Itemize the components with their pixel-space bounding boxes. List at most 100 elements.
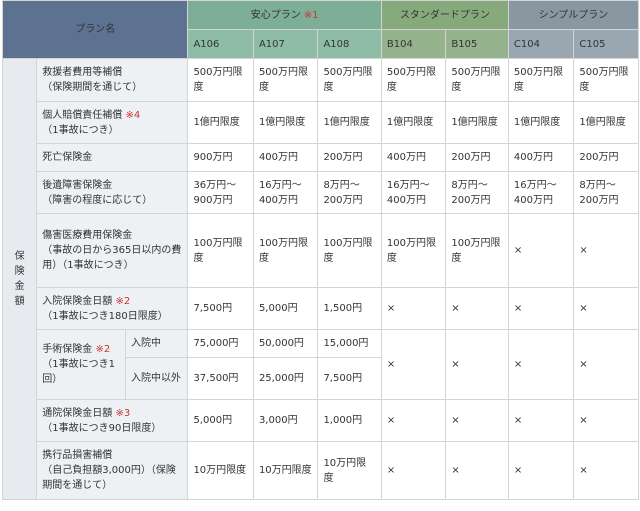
value-cell: × <box>507 441 575 500</box>
value-cell: 37,500円 <box>187 357 254 400</box>
row-label: 傷害医療費用保険金 （事故の日から365日以内の費用）（1事故につき） <box>36 213 189 288</box>
plan-code: C104 <box>507 29 575 59</box>
plan-code: A107 <box>252 29 319 59</box>
row-label-text: 携行品損害補償 <box>42 450 113 461</box>
value-cell: 500万円限度 <box>317 58 382 102</box>
value-cell: × <box>380 287 447 330</box>
value-cell: 7,500円 <box>317 357 382 400</box>
value-cell: 10万円限度 <box>317 441 382 500</box>
value-cell: 8万円～200万円 <box>573 171 639 214</box>
value-cell: 500万円限度 <box>252 58 319 102</box>
side-char: 保 <box>14 251 25 262</box>
plan-group-anshin: 安心プラン ※1 <box>187 0 382 30</box>
value-cell: 400万円 <box>252 143 319 172</box>
value-cell: 100万円限度 <box>380 213 447 288</box>
row-label: 死亡保険金 <box>36 143 189 172</box>
value-cell: × <box>445 287 509 330</box>
value-cell: × <box>507 399 575 442</box>
row-label-text: 手術保険金 <box>42 344 93 355</box>
row-label-text: 救援者費用等補償 <box>42 67 123 78</box>
table-row: 入院保険金日額 ※2 （1事故につき180日限度） 7,500円 5,000円 1… <box>3 287 639 330</box>
value-cell: 400万円 <box>380 143 447 172</box>
value-cell: 7,500円 <box>187 287 254 330</box>
value-cell: 1億円限度 <box>573 101 639 144</box>
row-label-text: 入院保険金日額 <box>42 295 113 307</box>
value-cell: 500万円限度 <box>380 58 447 102</box>
side-char: 険 <box>14 266 25 277</box>
value-cell: × <box>573 399 639 442</box>
side-char: 額 <box>14 296 25 307</box>
table-row: 死亡保険金 900万円 400万円 200万円 400万円 200万円 400万… <box>3 143 639 172</box>
value-cell: 1,000円 <box>317 399 382 442</box>
value-cell: × <box>380 399 447 442</box>
value-cell: 10万円限度 <box>187 441 254 500</box>
value-cell: × <box>380 329 447 400</box>
plan-group-standard: スタンダードプラン <box>380 0 509 30</box>
row-label-detail: （1事故につき） <box>42 124 119 136</box>
value-cell: 200万円 <box>317 143 382 172</box>
value-cell: × <box>573 441 639 500</box>
plan-group-simple: シンプルプラン <box>507 0 640 30</box>
row-label-text: 傷害医療費用保険金 <box>42 230 133 241</box>
row-label-note: ※2 <box>95 344 111 355</box>
value-cell: × <box>573 287 639 330</box>
row-label-detail: （事故の日から365日以内の費用）（1事故につき） <box>42 245 182 271</box>
table-row: 保 険 金 額 救援者費用等補償 （保険期間を通じて） 500万円限度 500万円… <box>1 58 639 500</box>
value-cell: 200万円 <box>445 143 509 172</box>
table-row: 通院保険金日額 ※3 （1事故につき90日限度） 5,000円 3,000円 1,… <box>3 399 639 442</box>
table-row: 傷害医療費用保険金 （事故の日から365日以内の費用）（1事故につき） 100万円… <box>3 213 639 288</box>
row-label-note: ※3 <box>115 407 131 419</box>
value-cell: 1億円限度 <box>445 101 509 144</box>
value-cell: 10万円限度 <box>252 441 319 500</box>
row-label-detail: （保険期間を通じて） <box>42 82 143 93</box>
plan-group-anshin-note: ※1 <box>303 9 319 21</box>
row-label: 後遺障害保険金 （障害の程度に応じて） <box>36 171 189 214</box>
row-label: 個人賠償責任補償 ※4 （1事故につき） <box>36 101 189 144</box>
value-cell: 1億円限度 <box>252 101 319 144</box>
plan-code: A106 <box>187 29 254 59</box>
row-label: 手術保険金 ※2 （1事故につき1回） <box>36 329 126 400</box>
value-cell: 5,000円 <box>252 287 319 330</box>
table-row: 個人賠償責任補償 ※4 （1事故につき） 1億円限度 1億円限度 1億円限度 1億… <box>3 101 639 144</box>
table-row: 手術保険金 ※2 （1事故につき1回） 入院中 75,000円 50,000円 1… <box>3 329 639 400</box>
value-cell: 1億円限度 <box>507 101 575 144</box>
value-cell: × <box>507 213 575 288</box>
value-cell: 16万円～400万円 <box>252 171 319 214</box>
row-label: 入院保険金日額 ※2 （1事故につき180日限度） <box>36 287 189 330</box>
value-cell: × <box>380 441 447 500</box>
row-label: 携行品損害補償 （自己負担額3,000円）（保険期間を通じて） <box>36 441 189 500</box>
value-cell: 3,000円 <box>252 399 319 442</box>
value-cell: × <box>445 441 509 500</box>
value-cell: 5,000円 <box>187 399 254 442</box>
value-cell: 500万円限度 <box>187 58 254 102</box>
value-cell: × <box>445 399 509 442</box>
value-cell: 1億円限度 <box>317 101 382 144</box>
table-row: 携行品損害補償 （自己負担額3,000円）（保険期間を通じて） 10万円限度 10… <box>3 441 639 500</box>
value-cell: 36万円～900万円 <box>187 171 254 214</box>
row-label-text: 後遺障害保険金 <box>42 179 113 191</box>
sub-row-label: 入院中 <box>124 329 189 358</box>
value-cell: 1,500円 <box>317 287 382 330</box>
value-cell: 900万円 <box>187 143 254 172</box>
value-cell: × <box>507 329 575 400</box>
value-cell: 16万円～400万円 <box>380 171 447 214</box>
plan-code: B104 <box>380 29 447 59</box>
value-cell: 500万円限度 <box>507 58 575 102</box>
value-cell: 100万円限度 <box>252 213 319 288</box>
value-cell: × <box>507 287 575 330</box>
value-cell: × <box>573 329 639 400</box>
row-label-detail: （障害の程度に応じて） <box>42 194 153 206</box>
value-cell: 15,000円 <box>317 329 382 358</box>
side-char: 金 <box>14 281 25 292</box>
value-cell: 8万円～200万円 <box>317 171 382 214</box>
plan-code: A108 <box>317 29 382 59</box>
plan-code: B105 <box>445 29 509 59</box>
row-label-detail: （1事故につき180日限度） <box>42 310 168 322</box>
row-label-detail: （1事故につき90日限度） <box>42 422 162 434</box>
row-label-note: ※4 <box>125 109 141 121</box>
table-row: 後遺障害保険金 （障害の程度に応じて） 36万円～900万円 16万円～400万円… <box>3 171 639 214</box>
value-cell: 50,000円 <box>252 329 319 358</box>
value-cell: 100万円限度 <box>317 213 382 288</box>
insurance-amount-side-label: 保 険 金 額 <box>1 58 38 500</box>
value-cell: 16万円～400万円 <box>507 171 575 214</box>
